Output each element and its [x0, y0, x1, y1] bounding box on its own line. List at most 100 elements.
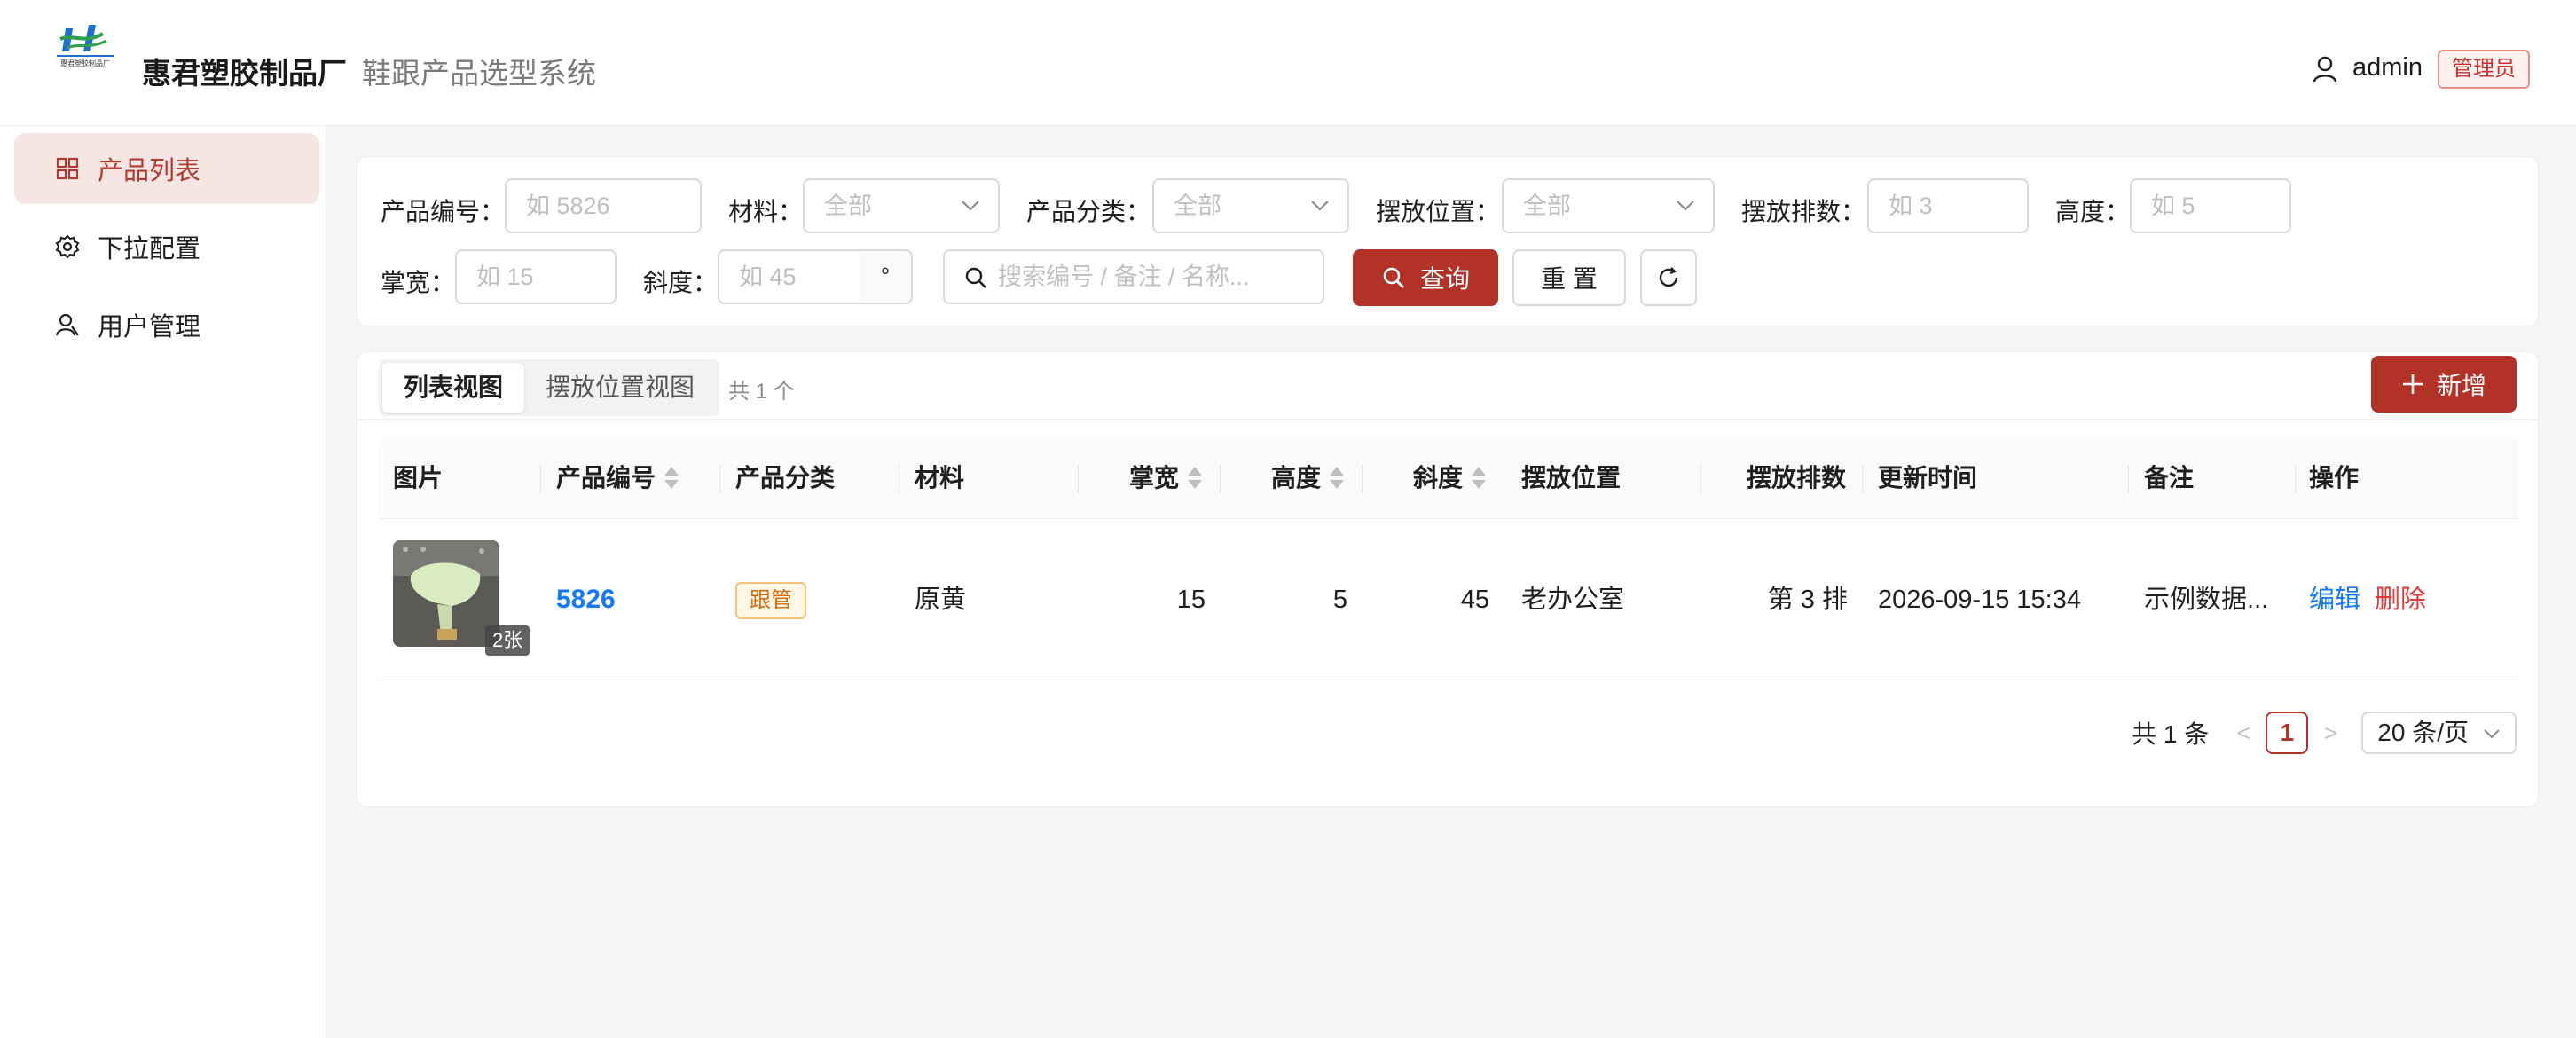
- column-header-actions: 操作: [2309, 464, 2360, 491]
- column-header-location: 摆放位置: [1521, 464, 1622, 491]
- page-number-1[interactable]: 1: [2266, 712, 2309, 754]
- column-divider: [2295, 464, 2296, 494]
- search-icon: [1383, 267, 1404, 288]
- category-select-value: 全部: [1174, 193, 1221, 219]
- category-cell: 跟管: [735, 519, 806, 680]
- width-input[interactable]: 如 15: [455, 249, 617, 304]
- slope-label: 斜度：: [643, 269, 719, 296]
- material-label: 材料：: [728, 198, 804, 225]
- reset-button[interactable]: 重 置: [1512, 249, 1626, 306]
- keyword-search-placeholder: 搜索编号 / 备注 / 名称...: [998, 263, 1250, 290]
- category-tag: 跟管: [735, 582, 806, 620]
- page-size-select[interactable]: 20 条/页: [2361, 712, 2517, 754]
- width-label: 掌宽：: [381, 269, 456, 296]
- table-header: 图片 产品编号 产品分类 材料 掌宽 高度 斜度 摆放位置 摆放排数 更新时间 …: [379, 437, 2518, 519]
- edit-button[interactable]: 编辑: [2309, 586, 2360, 614]
- pagination-total: 共 1 条: [2132, 720, 2210, 748]
- column-header-remark: 备注: [2144, 464, 2195, 491]
- add-product-label: 新增: [2436, 372, 2486, 399]
- column-header-slope[interactable]: 斜度: [1413, 437, 1487, 519]
- remark-cell: 示例数据...: [2144, 586, 2269, 614]
- actions-cell: 编辑 删除: [2309, 519, 2426, 680]
- material-select[interactable]: 全部: [803, 178, 1000, 233]
- column-divider: [1362, 464, 1363, 494]
- grid-icon: [56, 157, 79, 180]
- rows-input[interactable]: 如 3: [1867, 178, 2029, 233]
- code-input[interactable]: 如 5826: [505, 178, 702, 233]
- table-toolbar: 列表视图 摆放位置视图 共 1 个 新增: [357, 352, 2538, 420]
- location-cell: 老办公室: [1521, 586, 1625, 614]
- result-count: 共 1 个: [728, 380, 795, 404]
- sidebar-item-dropdown-config[interactable]: 下拉配置: [14, 211, 319, 282]
- column-header-height-label: 高度: [1271, 464, 1322, 491]
- product-table-card: 列表视图 摆放位置视图 共 1 个 新增 图片 产品编号 产品分类 材料 掌宽 …: [357, 351, 2539, 807]
- chevron-down-icon: [1311, 201, 1329, 211]
- sidebar-item-products[interactable]: 产品列表: [14, 133, 319, 204]
- code-label: 产品编号：: [381, 198, 506, 225]
- chevron-down-icon: [2484, 729, 2500, 739]
- delete-button[interactable]: 删除: [2375, 586, 2426, 614]
- keyword-search-input[interactable]: 搜索编号 / 备注 / 名称...: [943, 249, 1324, 304]
- column-divider: [1862, 464, 1863, 494]
- height-input[interactable]: 如 5: [2130, 178, 2291, 233]
- column-header-slope-label: 斜度: [1413, 464, 1464, 491]
- category-select[interactable]: 全部: [1152, 178, 1349, 233]
- updated-cell: 2026-09-15 15:34: [1878, 586, 2081, 614]
- query-button[interactable]: 查询: [1353, 249, 1498, 306]
- column-header-category: 产品分类: [735, 464, 836, 491]
- column-header-width-label: 掌宽: [1129, 464, 1180, 491]
- query-button-label: 查询: [1419, 265, 1470, 293]
- add-product-button[interactable]: 新增: [2371, 356, 2517, 413]
- product-code: 5826: [556, 585, 616, 614]
- sidebar-item-label: 用户管理: [98, 313, 201, 342]
- product-code-link[interactable]: 5826: [556, 519, 616, 680]
- column-header-image: 图片: [393, 464, 444, 491]
- next-page-button[interactable]: >: [2317, 720, 2344, 747]
- degree-addon: °: [860, 249, 913, 304]
- app-header: 惠君塑胶制品厂 惠君塑胶制品厂 鞋跟产品选型系统 admin 管理员: [0, 0, 2576, 126]
- refresh-button[interactable]: [1640, 249, 1697, 306]
- location-label: 摆放位置：: [1376, 198, 1501, 225]
- sort-icon[interactable]: [664, 465, 679, 491]
- material-select-value: 全部: [824, 193, 872, 219]
- prev-page-button[interactable]: <: [2230, 720, 2257, 747]
- material-cell: 原黄: [915, 586, 967, 614]
- slope-cell: 45: [1460, 586, 1489, 614]
- product-thumbnail[interactable]: [393, 540, 499, 647]
- column-header-width[interactable]: 掌宽: [1129, 437, 1203, 519]
- refresh-icon: [1659, 267, 1678, 287]
- sidebar-item-users[interactable]: 用户管理: [14, 289, 319, 360]
- tab-location-view[interactable]: 摆放位置视图: [524, 363, 716, 413]
- pagination: 共 1 条 < 1 > 20 条/页: [2132, 711, 2517, 755]
- sidebar-item-label: 下拉配置: [98, 235, 201, 263]
- username[interactable]: admin: [2352, 53, 2423, 83]
- column-divider: [540, 464, 541, 494]
- location-select[interactable]: 全部: [1502, 178, 1715, 233]
- height-cell: 5: [1332, 586, 1347, 614]
- sidebar: 产品列表 下拉配置 用户管理: [0, 126, 326, 1038]
- column-divider: [1078, 464, 1079, 494]
- svg-text:惠君塑胶制品厂: 惠君塑胶制品厂: [60, 59, 110, 67]
- column-header-code[interactable]: 产品编号: [556, 437, 679, 519]
- category-label: 产品分类：: [1026, 198, 1151, 225]
- company-name: 惠君塑胶制品厂: [142, 57, 347, 90]
- gear-icon: [55, 234, 80, 259]
- slope-input[interactable]: 如 45: [718, 249, 861, 304]
- column-header-height[interactable]: 高度: [1271, 437, 1345, 519]
- user-icon: [2313, 56, 2337, 83]
- shoe-heel-image-icon: [393, 540, 499, 647]
- chevron-down-icon: [962, 201, 979, 211]
- column-divider: [1700, 464, 1701, 494]
- height-label: 高度：: [2055, 198, 2131, 225]
- view-switch: 列表视图 摆放位置视图: [379, 359, 720, 416]
- filter-panel: 产品编号： 如 5826 材料： 全部 产品分类： 全部 摆放位置： 全部 摆放…: [357, 156, 2539, 326]
- tab-list-view[interactable]: 列表视图: [382, 363, 525, 413]
- sort-icon[interactable]: [1330, 465, 1345, 491]
- column-divider: [719, 464, 720, 494]
- system-name: 鞋跟产品选型系统: [362, 57, 596, 90]
- sort-icon[interactable]: [1188, 465, 1203, 491]
- users-icon: [55, 313, 79, 336]
- sort-icon[interactable]: [1472, 465, 1487, 491]
- column-header-updated: 更新时间: [1878, 464, 1978, 491]
- column-header-material: 材料: [915, 464, 965, 491]
